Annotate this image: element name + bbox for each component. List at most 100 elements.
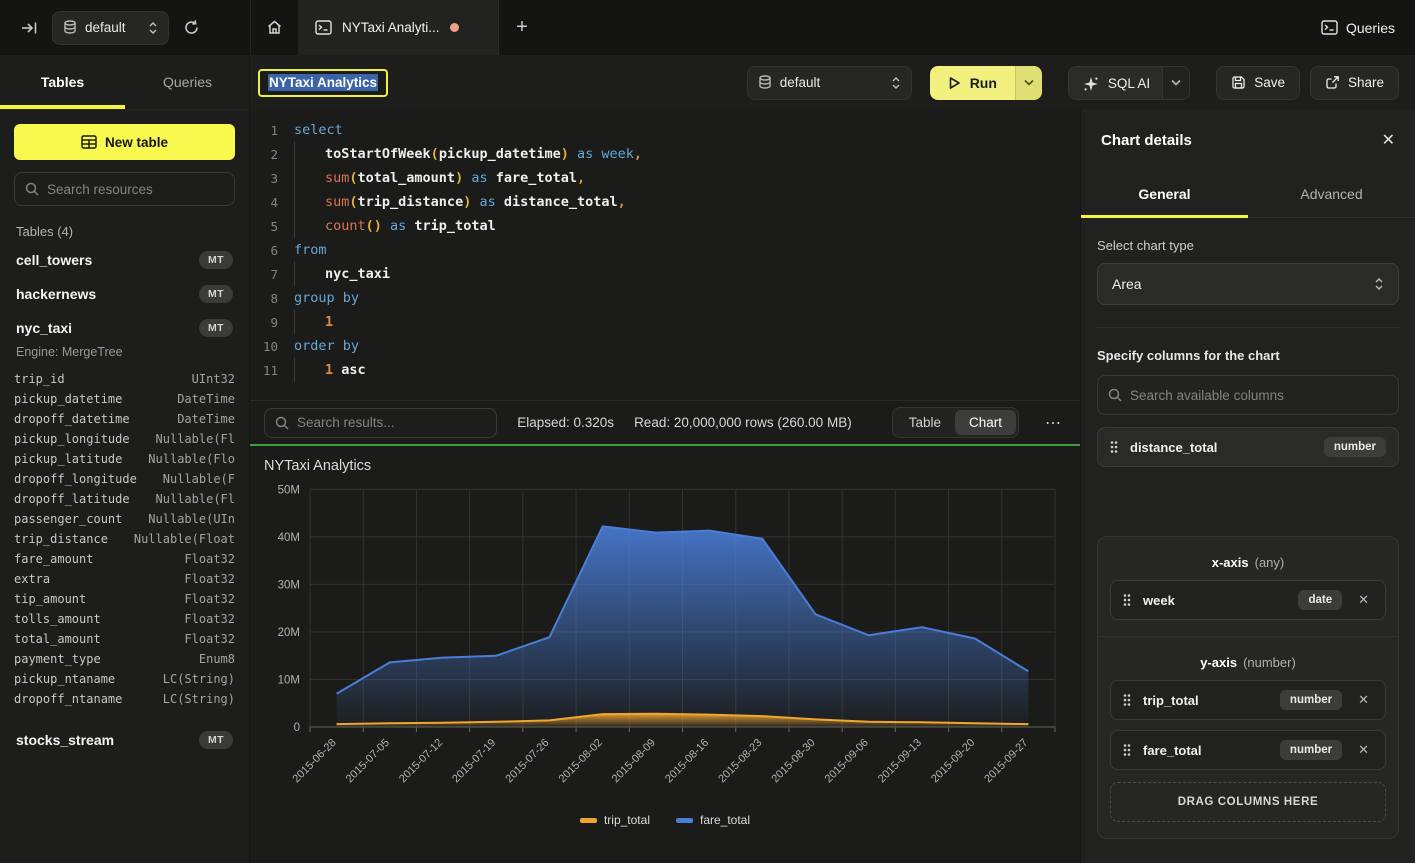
column-type: LC(String)	[163, 689, 235, 709]
sql-ai-chevron-icon[interactable]	[1162, 67, 1189, 99]
legend-item-fare_total[interactable]: fare_total	[676, 813, 750, 827]
code-line: 1 select	[250, 118, 1080, 142]
close-icon[interactable]: ✕	[1382, 130, 1395, 150]
column-chip-trip_total[interactable]: trip_totalnumber✕	[1110, 680, 1386, 720]
table-row[interactable]: cell_towers MT	[14, 243, 235, 277]
column-row: dropoff_longitudeNullable(F	[14, 469, 235, 489]
line-number: 1	[250, 123, 278, 138]
column-name: dropoff_latitude	[14, 489, 130, 509]
tables-section-label: Tables (4)	[16, 224, 233, 239]
view-toggle-table[interactable]: Table	[895, 410, 955, 435]
tab-nytaxi-analytics[interactable]: NYTaxi Analyti...	[299, 0, 499, 55]
share-icon	[1325, 75, 1340, 90]
save-icon	[1231, 75, 1246, 90]
indent-guide	[294, 262, 325, 286]
database-selector-value: default	[85, 20, 140, 35]
collapse-sidebar-icon[interactable]	[16, 15, 42, 41]
share-button[interactable]: Share	[1310, 66, 1399, 100]
column-row: total_amountFloat32	[14, 629, 235, 649]
results-search-input[interactable]	[297, 415, 486, 430]
column-name: pickup_longitude	[14, 429, 130, 449]
line-number: 11	[250, 363, 278, 378]
queries-button[interactable]: Queries	[1321, 20, 1395, 36]
remove-icon[interactable]: ✕	[1354, 690, 1373, 710]
column-chip-name: distance_total	[1130, 440, 1312, 455]
table-name: cell_towers	[16, 252, 92, 268]
indent-guide	[294, 166, 325, 190]
columns-search-input[interactable]	[1130, 388, 1388, 403]
tab-advanced[interactable]: Advanced	[1248, 170, 1415, 217]
tables-list: cell_towersMThackernewsMTnyc_taxiMTEngin…	[14, 243, 235, 757]
more-options-icon[interactable]: ⋯	[1039, 409, 1068, 437]
engine-badge: MT	[199, 731, 233, 749]
column-row: fare_amountFloat32	[14, 549, 235, 569]
new-tab-icon[interactable]: +	[499, 0, 545, 55]
columns-search[interactable]	[1097, 375, 1399, 415]
token: total_amount	[358, 170, 456, 186]
chart-type-select[interactable]: Area	[1097, 263, 1399, 305]
column-type: Float32	[184, 629, 235, 649]
database-icon	[63, 20, 77, 35]
column-name: dropoff_datetime	[14, 409, 130, 429]
new-table-button[interactable]: New table	[14, 124, 235, 160]
sql-editor[interactable]: 1 select 2toStartOfWeek(pickup_datetime) a…	[250, 110, 1080, 400]
token: (	[431, 146, 439, 162]
legend-item-trip_total[interactable]: trip_total	[580, 813, 650, 827]
query-database-selector[interactable]: default	[747, 66, 912, 100]
column-type: Enum8	[199, 649, 235, 669]
save-button[interactable]: Save	[1216, 66, 1300, 100]
sql-ai-button[interactable]: SQL AI	[1069, 67, 1162, 100]
database-selector[interactable]: default	[52, 11, 169, 45]
drag-handle-icon[interactable]	[1123, 593, 1131, 607]
column-name: trip_distance	[14, 529, 108, 549]
svg-text:0: 0	[294, 722, 300, 734]
column-type: DateTime	[177, 409, 235, 429]
x-axis-hint: (any)	[1255, 555, 1285, 570]
tab-general[interactable]: General	[1081, 170, 1248, 217]
code-text: select	[294, 122, 343, 138]
remove-icon[interactable]: ✕	[1354, 590, 1373, 610]
run-button[interactable]: Run	[930, 66, 1015, 100]
column-type: Nullable(Flo	[148, 449, 235, 469]
results-search[interactable]	[264, 408, 497, 438]
top-bar: default NYTaxi Analyti... +	[0, 0, 1415, 55]
code-text: sum(trip_distance) as distance_total,	[325, 194, 626, 210]
column-chip-week[interactable]: weekdate✕	[1110, 580, 1386, 620]
refresh-icon[interactable]	[179, 15, 204, 40]
drag-handle-icon[interactable]	[1123, 693, 1131, 707]
run-options-chevron-icon[interactable]	[1015, 66, 1042, 100]
code-line: 3sum(total_amount) as fare_total,	[250, 166, 1080, 190]
resources-search[interactable]	[14, 172, 235, 206]
run-button-group: Run	[930, 66, 1042, 100]
table-columns: trip_idUInt32pickup_datetimeDateTimedrop…	[14, 369, 235, 709]
resources-search-input[interactable]	[47, 182, 224, 197]
tab-strip: NYTaxi Analyti... +	[250, 0, 1321, 55]
engine-badge: MT	[199, 251, 233, 269]
engine-badge: MT	[199, 285, 233, 303]
drag-handle-icon[interactable]	[1110, 440, 1118, 454]
remove-icon[interactable]: ✕	[1354, 740, 1373, 760]
column-chip-fare_total[interactable]: fare_totalnumber✕	[1110, 730, 1386, 770]
code-line: 2toStartOfWeek(pickup_datetime) as week,	[250, 142, 1080, 166]
svg-text:2015-07-19: 2015-07-19	[450, 737, 498, 786]
column-type: Float32	[184, 609, 235, 629]
tab-tables[interactable]: Tables	[0, 55, 125, 109]
column-chip-distance_total[interactable]: distance_totalnumber	[1097, 427, 1399, 467]
column-type-badge: date	[1298, 590, 1342, 610]
drop-zone[interactable]: DRAG COLUMNS HERE	[1110, 782, 1386, 822]
tab-queries[interactable]: Queries	[125, 55, 250, 109]
query-title-input[interactable]: NYTaxi Analytics	[258, 69, 388, 97]
token: as	[463, 170, 496, 186]
token: asc	[333, 362, 366, 378]
table-row[interactable]: stocks_streamMT	[14, 723, 235, 757]
table-row[interactable]: hackernewsMT	[14, 277, 235, 311]
column-type: Float32	[184, 569, 235, 589]
token: ()	[366, 218, 382, 234]
y-axis-hint: (number)	[1243, 655, 1296, 670]
legend-label: trip_total	[604, 813, 650, 827]
view-toggle-chart[interactable]: Chart	[955, 410, 1016, 435]
code-text: nyc_taxi	[325, 266, 390, 282]
table-row[interactable]: nyc_taxiMT	[14, 311, 235, 345]
home-icon[interactable]	[251, 0, 299, 55]
drag-handle-icon[interactable]	[1123, 743, 1131, 757]
